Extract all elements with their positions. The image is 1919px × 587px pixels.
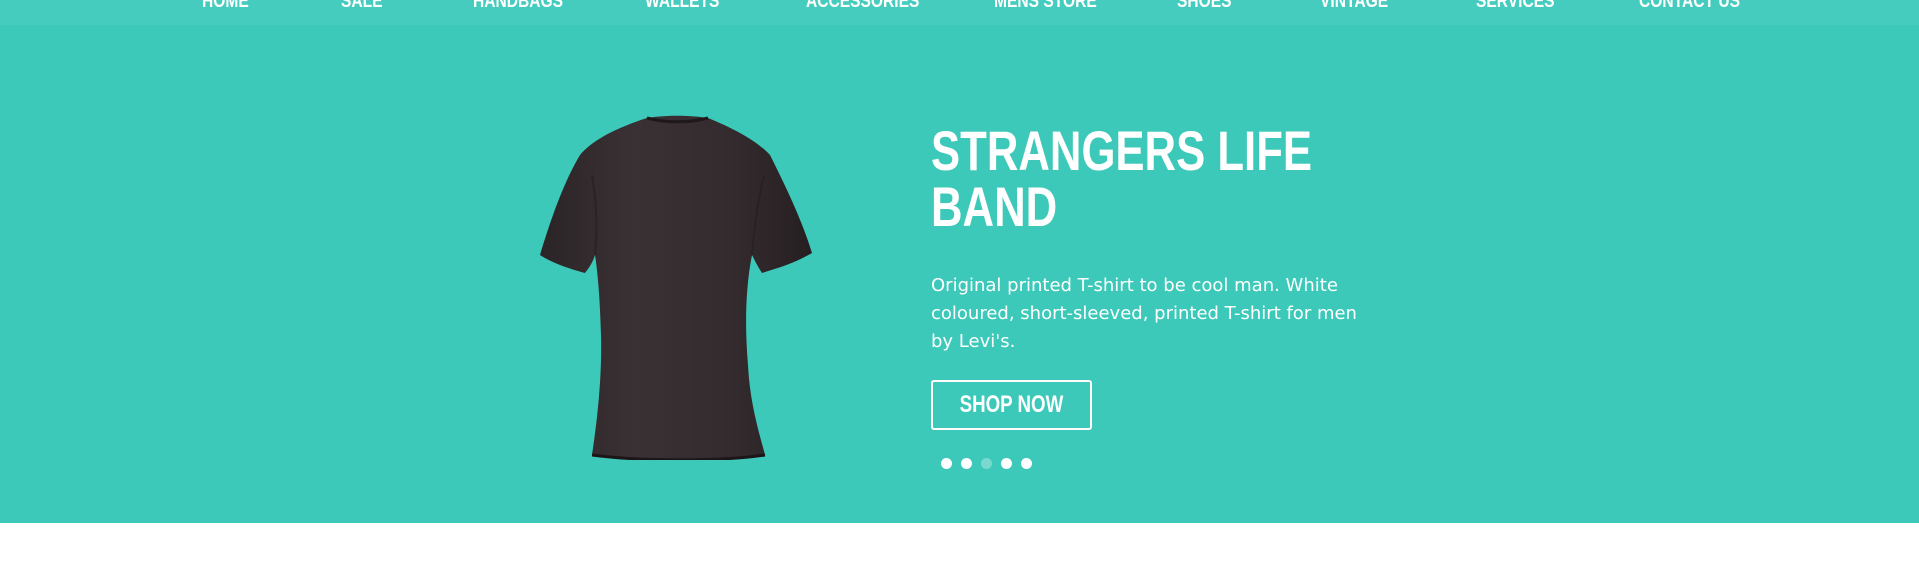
slide-dot-1[interactable] xyxy=(941,458,952,469)
slide-dot-2[interactable] xyxy=(961,458,972,469)
nav-item-contact-us[interactable]: CONTACT US xyxy=(1639,0,1740,13)
main-nav: HOME SALE HANDBAGS WALLETS ACCESSORIES M… xyxy=(0,0,1919,25)
nav-item-handbags[interactable]: HANDBAGS xyxy=(473,0,563,13)
slide-dot-3[interactable] xyxy=(981,458,992,469)
nav-item-shoes[interactable]: SHOES xyxy=(1177,0,1232,13)
hero-title: STRANGERS LIFE BAND xyxy=(931,119,1313,238)
hero-slider: STRANGERS LIFE BAND Original printed T-s… xyxy=(0,25,1919,523)
nav-item-home[interactable]: HOME xyxy=(202,0,249,13)
nav-item-services[interactable]: SERVICES xyxy=(1476,0,1555,13)
nav-item-sale[interactable]: SALE xyxy=(341,0,383,13)
nav-item-mens-store[interactable]: MENS STORE xyxy=(994,0,1097,13)
nav-item-wallets[interactable]: WALLETS xyxy=(645,0,719,13)
hero-title-line-2: BAND xyxy=(931,175,1058,238)
hero-description: Original printed T-shirt to be cool man.… xyxy=(931,275,1357,352)
tshirt-image xyxy=(540,115,812,460)
slide-dot-5[interactable] xyxy=(1021,458,1032,469)
shop-now-button[interactable]: SHOP NOW xyxy=(931,380,1092,430)
hero-title-line-1: STRANGERS LIFE xyxy=(931,119,1313,182)
slide-dot-4[interactable] xyxy=(1001,458,1012,469)
shop-now-label: SHOP NOW xyxy=(959,391,1064,418)
nav-item-accessories[interactable]: ACCESSORIES xyxy=(806,0,919,13)
nav-item-vintage[interactable]: VINTAGE xyxy=(1320,0,1388,13)
